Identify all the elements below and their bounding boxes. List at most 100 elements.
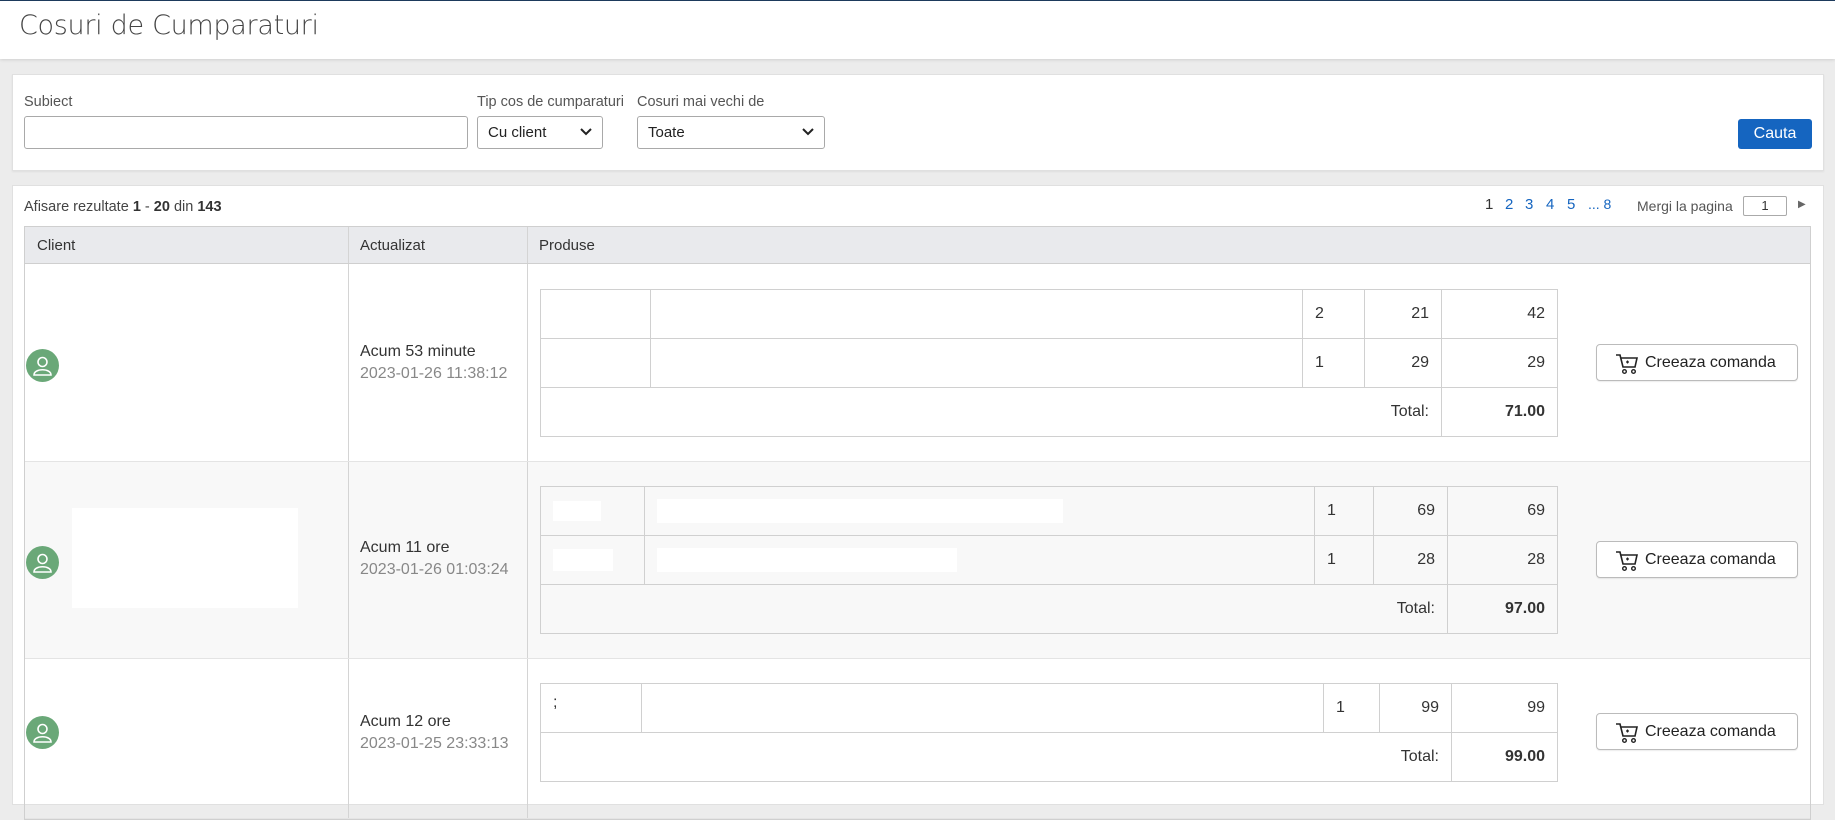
page-link-3[interactable]: 3	[1525, 196, 1533, 213]
results-summary: Afisare rezultate 1 - 20 din 143	[24, 199, 222, 215]
chevron-down-icon	[580, 128, 592, 136]
item-qty: 1	[1323, 683, 1380, 733]
subject-input[interactable]	[24, 116, 468, 149]
cart-total: 71.00	[1441, 387, 1558, 437]
create-order-label: Creeaza comanda	[1645, 551, 1776, 568]
goto-page-label: Mergi la pagina	[1637, 198, 1733, 214]
updated-absolute: 2023-01-26 01:03:24	[360, 561, 509, 578]
table-header: Client Actualizat Produse	[25, 227, 1810, 264]
cart-total-row: Total: 99.00	[540, 732, 1558, 782]
item-code	[540, 535, 645, 585]
cart-type-select[interactable]: Cu client	[477, 116, 603, 149]
page-title: Cosuri de Cumparaturi	[19, 10, 319, 41]
older-than-select[interactable]: Toate	[637, 116, 825, 149]
cart-total: 97.00	[1447, 584, 1558, 634]
total-label: Total:	[540, 732, 1452, 782]
table-row: Acum 12 ore 2023-01-25 23:33:13 ; 1 99 9…	[25, 659, 1810, 819]
client-details	[72, 508, 298, 608]
range-end: 20	[153, 199, 170, 215]
older-than-label: Cosuri mai vechi de	[637, 94, 765, 110]
create-order-button[interactable]: Creeaza comanda	[1596, 713, 1798, 750]
filter-panel: Subiect Tip cos de cumparaturi Cu client…	[12, 74, 1824, 171]
create-order-button[interactable]: Creeaza comanda	[1596, 344, 1798, 381]
cart-item-row: 2 21 42	[540, 289, 1558, 339]
total-label: Total:	[540, 584, 1448, 634]
goto-page-input[interactable]: 1	[1743, 196, 1787, 216]
item-code: ;	[540, 683, 642, 733]
item-name	[644, 486, 1315, 536]
results-panel: Afisare rezultate 1 - 20 din 143 1 2 3 4…	[12, 185, 1824, 820]
user-icon	[33, 553, 52, 573]
search-button[interactable]: Cauta	[1738, 119, 1812, 149]
cart-icon	[1616, 354, 1638, 375]
of-word: din	[173, 199, 194, 215]
item-subtotal: 69	[1447, 486, 1558, 536]
subject-label: Subiect	[24, 94, 73, 110]
header-updated: Actualizat	[360, 237, 426, 254]
updated-absolute: 2023-01-26 11:38:12	[360, 365, 508, 382]
item-price: 69	[1373, 486, 1448, 536]
cart-items-table: 1 69 69 1 28 28 Total: 97.00	[540, 486, 1558, 634]
updated-relative: Acum 11 ore	[360, 539, 450, 556]
cart-items-table: ; 1 99 99 Total: 99.00	[540, 683, 1558, 782]
item-name	[650, 289, 1303, 339]
item-qty: 1	[1314, 486, 1374, 536]
cart-item-row: 1 69 69	[540, 486, 1558, 536]
range-start: 1	[132, 199, 141, 215]
older-than-value: Toate	[648, 124, 685, 141]
summary-prefix: Afisare rezultate	[24, 199, 129, 215]
cart-total: 99.00	[1451, 732, 1558, 782]
range-separator: -	[144, 199, 150, 215]
updated-cell: Acum 11 ore 2023-01-26 01:03:24	[360, 539, 509, 579]
item-code-value	[553, 549, 613, 571]
page-link-1[interactable]: 1	[1485, 196, 1493, 213]
total-label: Total:	[540, 387, 1442, 437]
cart-item-row: 1 28 28	[540, 535, 1558, 585]
item-subtotal: 42	[1441, 289, 1558, 339]
cart-type-label: Tip cos de cumparaturi	[477, 94, 624, 110]
item-code	[540, 486, 645, 536]
avatar	[26, 546, 59, 579]
item-code	[540, 338, 651, 388]
create-order-button[interactable]: Creeaza comanda	[1596, 541, 1798, 578]
cart-total-row: Total: 71.00	[540, 387, 1558, 437]
page-header: Cosuri de Cumparaturi	[0, 0, 1835, 59]
create-order-label: Creeaza comanda	[1645, 354, 1776, 371]
item-price: 99	[1379, 683, 1452, 733]
cart-total-row: Total: 97.00	[540, 584, 1558, 634]
item-name	[644, 535, 1315, 585]
updated-relative: Acum 53 minute	[360, 343, 476, 360]
item-subtotal: 99	[1451, 683, 1558, 733]
item-subtotal: 28	[1447, 535, 1558, 585]
page-link-last[interactable]: ... 8	[1588, 196, 1611, 212]
item-price: 21	[1364, 289, 1442, 339]
cart-icon	[1616, 723, 1638, 744]
item-name	[650, 338, 1303, 388]
page-link-2[interactable]: 2	[1505, 196, 1513, 213]
item-qty: 1	[1302, 338, 1365, 388]
cart-icon	[1616, 551, 1638, 572]
page-link-4[interactable]: 4	[1546, 196, 1554, 213]
cart-item-row: 1 29 29	[540, 338, 1558, 388]
item-code-value	[553, 501, 601, 521]
cart-item-row: ; 1 99 99	[540, 683, 1558, 733]
cart-type-value: Cu client	[488, 124, 547, 141]
header-products: Produse	[539, 237, 595, 254]
updated-cell: Acum 53 minute 2023-01-26 11:38:12	[360, 343, 507, 383]
updated-relative: Acum 12 ore	[360, 713, 451, 730]
page-link-5[interactable]: 5	[1567, 196, 1575, 213]
avatar	[26, 349, 59, 382]
user-icon	[33, 723, 52, 743]
item-price: 29	[1364, 338, 1442, 388]
results-total: 143	[197, 199, 222, 215]
item-name-value	[657, 499, 1063, 523]
item-qty: 2	[1302, 289, 1365, 339]
avatar	[26, 716, 59, 749]
header-client: Client	[37, 237, 76, 254]
item-code	[540, 289, 651, 339]
item-qty: 1	[1314, 535, 1374, 585]
user-icon	[33, 356, 52, 376]
item-name	[641, 683, 1324, 733]
next-page-icon[interactable]: ▶	[1798, 199, 1806, 210]
table-row: Acum 53 minute 2023-01-26 11:38:12 2 21 …	[25, 264, 1810, 462]
